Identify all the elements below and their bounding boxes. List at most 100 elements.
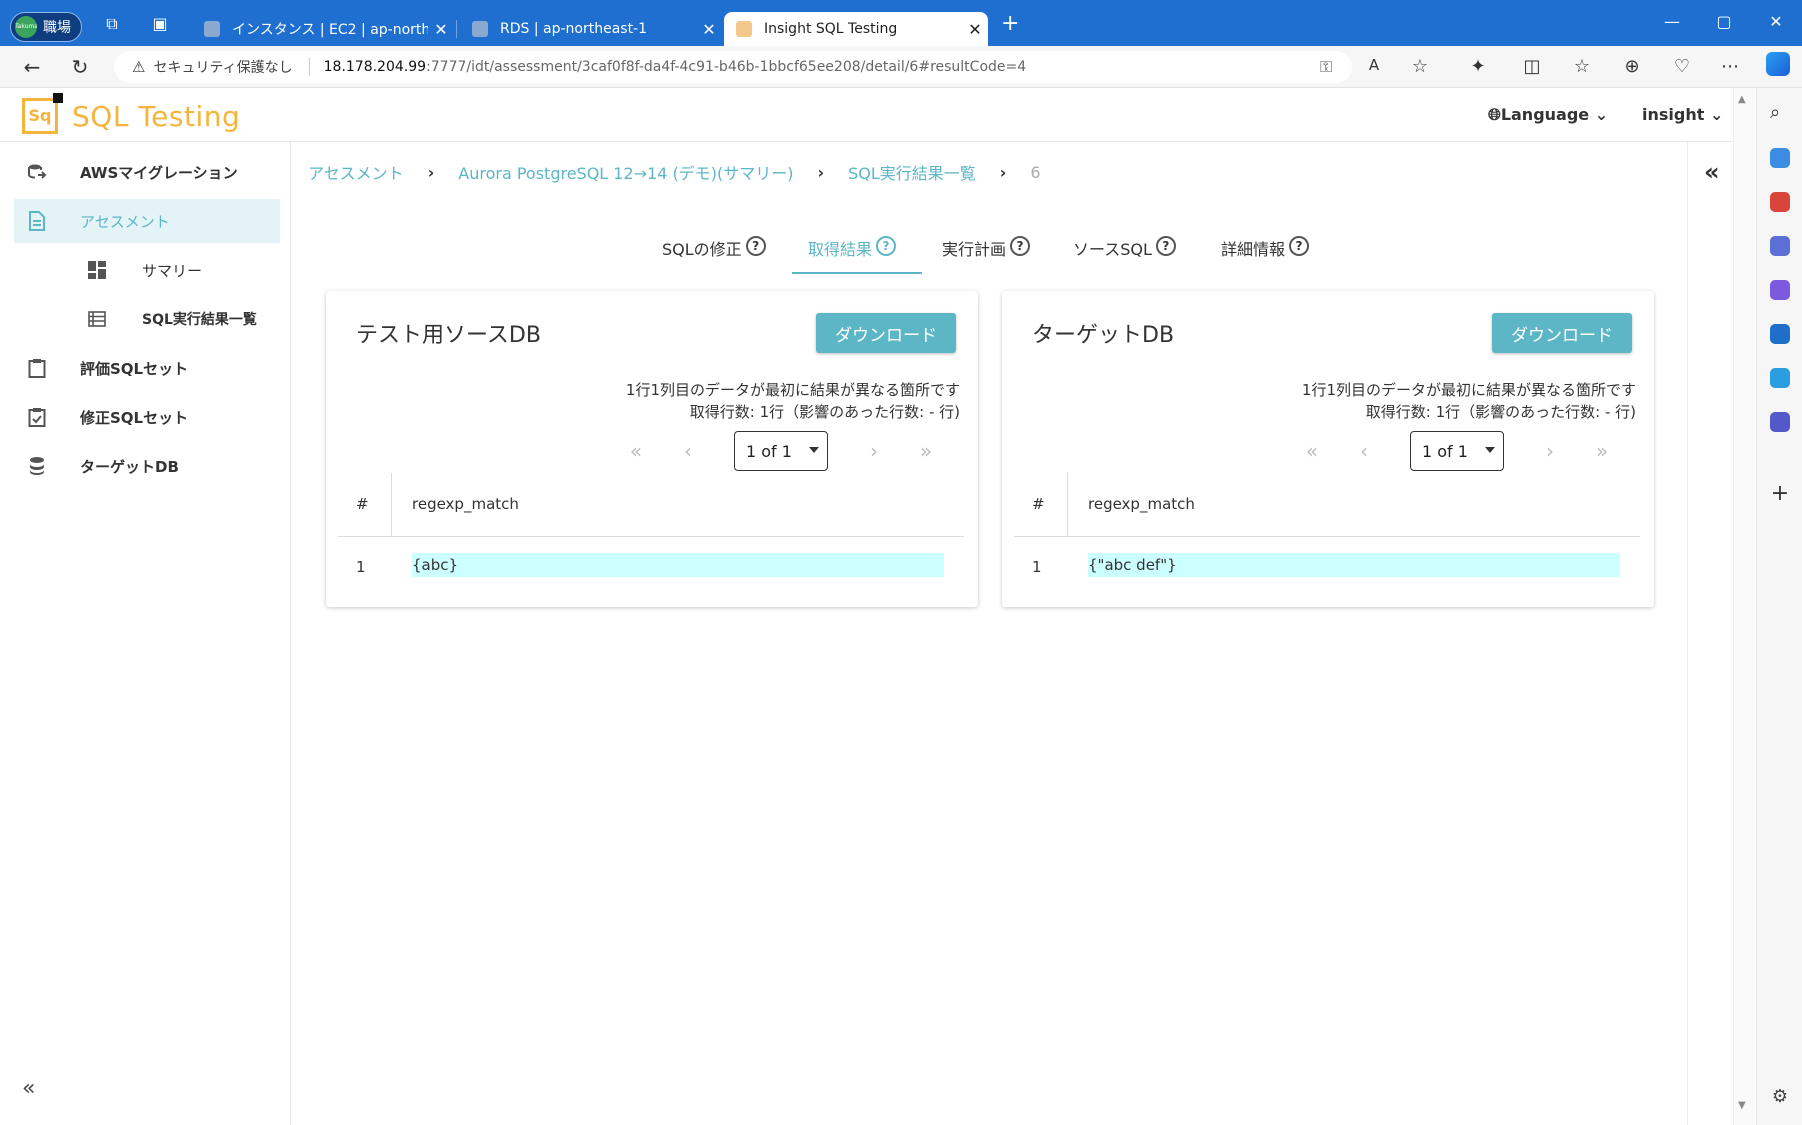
database-migration-icon bbox=[26, 161, 48, 183]
page-select[interactable]: 1 of 1 bbox=[1410, 431, 1504, 471]
url-path: :7777/idt/assessment/3caf0f8f-da4f-4c91-… bbox=[426, 59, 1027, 75]
chevron-right-icon: › bbox=[999, 162, 1007, 182]
new-tab-icon[interactable]: + bbox=[1001, 13, 1019, 35]
sidebar-item-label: SQL実行結果一覧 bbox=[142, 312, 257, 328]
close-icon[interactable]: ✕ bbox=[428, 20, 454, 39]
sidebar-item-target-db[interactable]: ターゲットDB bbox=[14, 444, 280, 488]
key-icon[interactable]: ⚿ bbox=[1320, 57, 1332, 77]
collections-icon[interactable]: ⊕ bbox=[1620, 56, 1644, 77]
last-page-icon[interactable]: » bbox=[914, 439, 938, 463]
tab-label: 詳細情報 bbox=[1221, 240, 1286, 259]
tab-sql-fix[interactable]: SQLの修正? bbox=[662, 228, 766, 274]
chevron-right-icon: › bbox=[817, 162, 825, 182]
page-select[interactable]: 1 of 1 bbox=[734, 431, 828, 471]
tools-icon[interactable] bbox=[1770, 192, 1790, 212]
download-button[interactable]: ダウンロード bbox=[816, 313, 956, 353]
read-aloud-icon[interactable]: A bbox=[1362, 56, 1386, 74]
first-page-icon[interactable]: « bbox=[1300, 439, 1324, 463]
table-cell[interactable]: {abc} bbox=[412, 553, 944, 577]
tab-fetch-result[interactable]: 取得結果? bbox=[792, 228, 922, 274]
user-label: insight bbox=[1642, 105, 1705, 124]
help-icon[interactable]: ? bbox=[1155, 236, 1176, 256]
tab-label: RDS | ap-northeast-1 bbox=[500, 21, 648, 37]
tab-source-sql[interactable]: ソースSQL? bbox=[1073, 228, 1176, 274]
warning-icon: ⚠ bbox=[132, 58, 146, 76]
favorites-icon[interactable]: ☆ bbox=[1570, 56, 1594, 77]
next-page-icon[interactable]: › bbox=[862, 439, 886, 463]
clipboard-icon bbox=[26, 357, 48, 379]
collapse-sidebar-icon[interactable]: « bbox=[22, 1076, 35, 1101]
tab-detail-info[interactable]: 詳細情報? bbox=[1221, 228, 1310, 274]
sidebar-item-summary[interactable]: サマリー bbox=[14, 248, 280, 292]
sidebar-item-eval-sql-set[interactable]: 評価SQLセット bbox=[14, 346, 280, 390]
sidebar-item-sql-results[interactable]: SQL実行結果一覧 bbox=[14, 297, 280, 341]
tab-execution-plan[interactable]: 実行計画? bbox=[942, 228, 1031, 274]
breadcrumb-item[interactable]: アセスメント bbox=[308, 160, 404, 184]
last-page-icon[interactable]: » bbox=[1590, 439, 1614, 463]
send-icon[interactable] bbox=[1770, 368, 1790, 388]
sidebar-item-aws-migration[interactable]: AWSマイグレーション bbox=[14, 150, 280, 194]
window-close-icon[interactable]: ✕ bbox=[1766, 12, 1786, 31]
page-scrollbar[interactable] bbox=[1733, 88, 1755, 1125]
browser-tab-insight[interactable]: Insight SQL Testing ✕ bbox=[724, 12, 988, 46]
language-menu[interactable]: 🌐︎Language ⌄ bbox=[1488, 105, 1608, 125]
browser-tab-ec2[interactable]: インスタンス | EC2 | ap-northeast-1 ✕ bbox=[192, 12, 454, 46]
tab-label: ソースSQL bbox=[1073, 240, 1152, 259]
search-icon[interactable]: ⌕ bbox=[1770, 102, 1790, 123]
sidebar-item-label: AWSマイグレーション bbox=[80, 163, 238, 182]
extensions-icon[interactable]: ✦ bbox=[1466, 56, 1490, 77]
settings-gear-icon[interactable]: ⚙ bbox=[1770, 1086, 1790, 1107]
caret-down-icon bbox=[809, 447, 819, 453]
page-label: 1 of 1 bbox=[1422, 441, 1468, 461]
copilot-icon[interactable] bbox=[1766, 52, 1790, 76]
profile-name: 職場 bbox=[43, 20, 71, 36]
help-icon[interactable]: ? bbox=[1289, 236, 1310, 256]
help-icon[interactable]: ? bbox=[1010, 236, 1031, 256]
sidebar-item-fix-sql-set[interactable]: 修正SQLセット bbox=[14, 395, 280, 439]
add-icon[interactable]: + bbox=[1770, 483, 1790, 505]
close-icon[interactable]: ✕ bbox=[696, 20, 722, 39]
office-icon[interactable] bbox=[1770, 280, 1790, 300]
scroll-down-icon[interactable]: ▼ bbox=[1738, 1100, 1746, 1111]
user-menu[interactable]: insight ⌄ bbox=[1642, 105, 1723, 124]
sidebar: AWSマイグレーション アセスメント サマリー SQL実行結果一覧 評価SQLセ… bbox=[0, 142, 291, 1125]
row-index: 1 bbox=[356, 558, 366, 576]
breadcrumb-item[interactable]: SQL実行結果一覧 bbox=[848, 160, 976, 184]
games-icon[interactable] bbox=[1770, 236, 1790, 256]
language-label: Language bbox=[1500, 105, 1590, 124]
split-screen-icon[interactable]: ◫ bbox=[1520, 56, 1544, 77]
breadcrumb-item[interactable]: Aurora PostgreSQL 12→14 (デモ)(サマリー) bbox=[458, 160, 793, 184]
maximize-icon[interactable]: ▢ bbox=[1714, 12, 1734, 31]
url-field[interactable]: ⚠ セキュリティ保護なし 18.178.204.99 :7777/idt/ass… bbox=[114, 51, 1352, 83]
close-icon[interactable]: ✕ bbox=[962, 20, 988, 39]
collapse-panel-icon[interactable]: « bbox=[1704, 158, 1720, 186]
panel-title: テスト用ソースDB bbox=[356, 323, 541, 348]
help-icon[interactable]: ? bbox=[876, 236, 897, 256]
row-index: 1 bbox=[1032, 558, 1042, 576]
browser-tab-rds[interactable]: RDS | ap-northeast-1 ✕ bbox=[460, 12, 722, 46]
shopping-icon[interactable] bbox=[1770, 148, 1790, 168]
first-page-icon[interactable]: « bbox=[624, 439, 648, 463]
workspaces-icon[interactable]: ⧉ bbox=[102, 14, 122, 34]
help-icon[interactable]: ? bbox=[745, 236, 766, 256]
download-button[interactable]: ダウンロード bbox=[1492, 313, 1632, 353]
database-icon bbox=[26, 455, 48, 477]
page-label: 1 of 1 bbox=[746, 441, 792, 461]
edge-sidebar: ⌕ + ⚙ bbox=[1756, 88, 1802, 1125]
next-page-icon[interactable]: › bbox=[1538, 439, 1562, 463]
more-menu-icon[interactable]: ⋯ bbox=[1718, 56, 1742, 77]
table-cell[interactable]: {"abc def"} bbox=[1088, 553, 1620, 577]
prev-page-icon[interactable]: ‹ bbox=[676, 439, 700, 463]
back-icon[interactable]: ← bbox=[20, 56, 44, 78]
outlook-icon[interactable] bbox=[1770, 324, 1790, 344]
tab-actions-icon[interactable]: ▣ bbox=[150, 14, 170, 34]
browser-essentials-icon[interactable]: ♡ bbox=[1670, 56, 1694, 77]
minimize-icon[interactable]: — bbox=[1662, 12, 1682, 31]
sidebar-item-assessment[interactable]: アセスメント bbox=[14, 199, 280, 243]
favorite-star-icon[interactable]: ☆ bbox=[1408, 56, 1432, 77]
teams-icon[interactable] bbox=[1770, 412, 1790, 432]
reload-icon[interactable]: ↻ bbox=[68, 56, 92, 78]
scroll-up-icon[interactable]: ▲ bbox=[1738, 94, 1746, 105]
prev-page-icon[interactable]: ‹ bbox=[1352, 439, 1376, 463]
profile-button[interactable]: Takuma Nakao 職場 bbox=[10, 12, 82, 42]
